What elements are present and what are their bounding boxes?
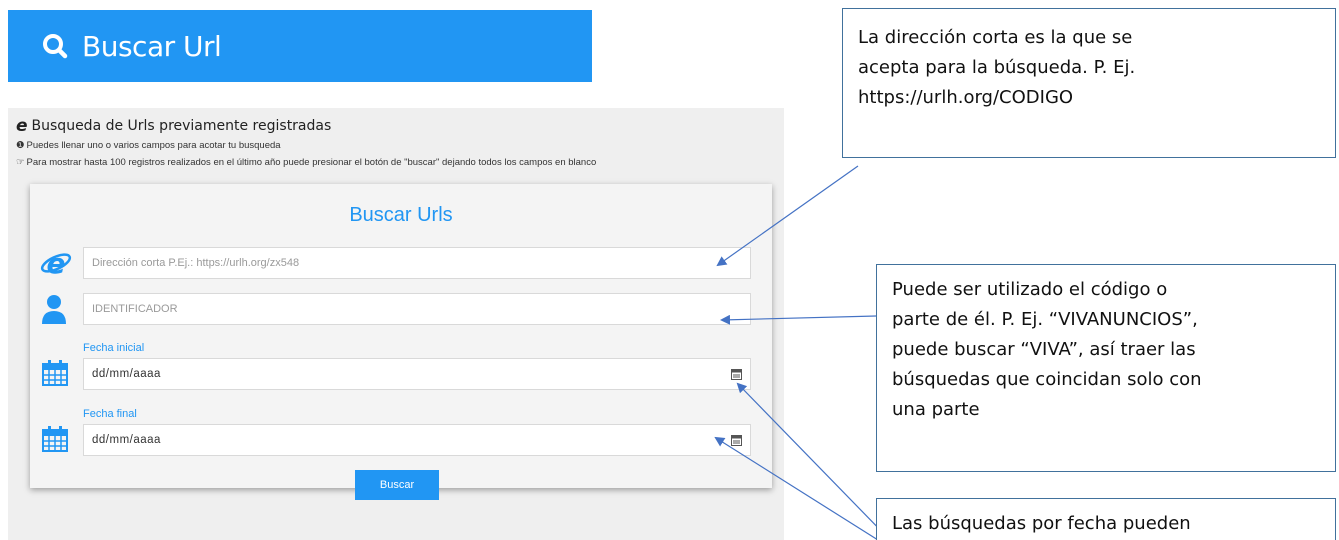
arrow-start-date [736, 382, 891, 540]
callout-dates: Las búsquedas por fecha pueden [876, 498, 1336, 540]
arrow-end-date [714, 436, 879, 540]
arrow-url [716, 165, 859, 267]
callout-short-url: La dirección corta es la que se acepta p… [842, 8, 1336, 158]
callout-identifier: Puede ser utilizado el código o parte de… [876, 264, 1336, 472]
arrow-identifier [720, 314, 877, 325]
